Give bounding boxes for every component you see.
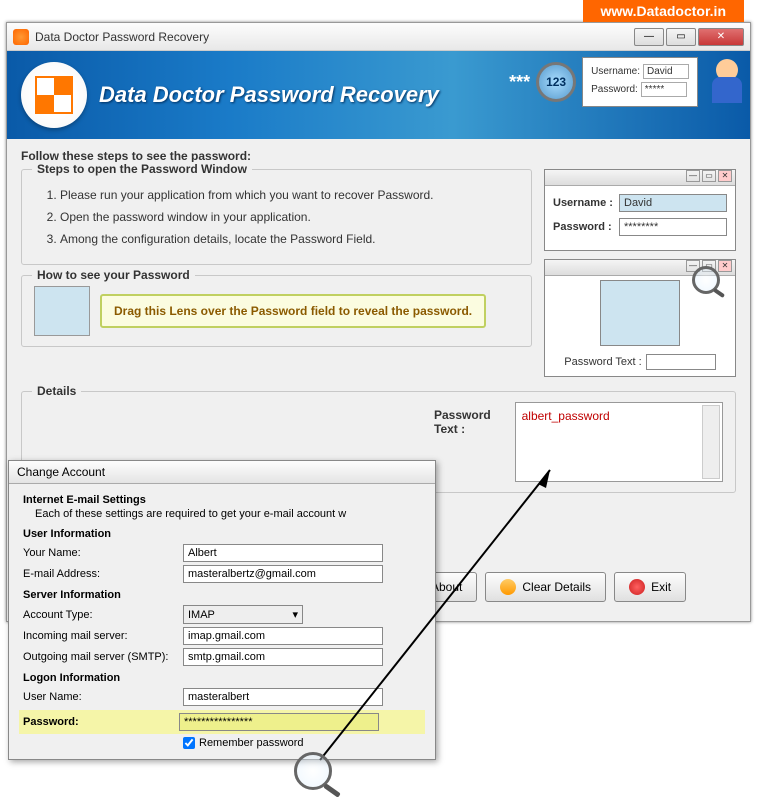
step-3: Among the configuration details, locate … xyxy=(60,232,519,246)
your-name-label: Your Name: xyxy=(23,547,183,559)
account-type-value: IMAP xyxy=(188,609,215,621)
mini1-password-value: ******** xyxy=(619,218,727,236)
mini1-username-label: Username : xyxy=(553,197,615,209)
card-password-value: ***** xyxy=(641,82,687,97)
username-label: User Name: xyxy=(23,691,183,703)
outgoing-label: Outgoing mail server (SMTP): xyxy=(23,651,183,663)
intro-text: Follow these steps to see the password: xyxy=(21,149,736,163)
steps-legend: Steps to open the Password Window xyxy=(32,162,252,176)
remember-checkbox[interactable] xyxy=(183,737,195,749)
banner: Data Doctor Password Recovery *** 123 Us… xyxy=(7,51,750,139)
example-window-1: —▭✕ Username :David Password :******** xyxy=(544,169,736,251)
password-label: Password: xyxy=(19,716,179,728)
step-2: Open the password window in your applica… xyxy=(60,210,519,224)
mini1-username-value: David xyxy=(619,194,727,212)
card-password-label: Password: xyxy=(591,84,638,95)
howto-legend: How to see your Password xyxy=(32,268,195,282)
chevron-down-icon: ▾ xyxy=(292,608,298,621)
exit-label: Exit xyxy=(651,580,671,594)
window-title: Data Doctor Password Recovery xyxy=(35,30,634,44)
lens-icon xyxy=(692,266,720,294)
card-username-value: David xyxy=(643,64,689,79)
steps-fieldset: Steps to open the Password Window Please… xyxy=(21,169,532,265)
titlebar: Data Doctor Password Recovery — ▭ ✕ xyxy=(7,23,750,51)
credential-card: Username:David Password:***** xyxy=(582,57,698,107)
lens-icon: 123 xyxy=(536,62,576,102)
maximize-button[interactable]: ▭ xyxy=(666,28,696,46)
mini1-password-label: Password : xyxy=(553,221,615,233)
app-icon xyxy=(13,29,29,45)
card-username-label: Username: xyxy=(591,66,640,77)
banner-title: Data Doctor Password Recovery xyxy=(99,82,439,108)
lens-drag-source[interactable] xyxy=(34,286,90,336)
logo-icon xyxy=(21,62,87,128)
howto-fieldset: How to see your Password Drag this Lens … xyxy=(21,275,532,347)
password-text-label: Password Text : xyxy=(434,402,501,436)
drag-message: Drag this Lens over the Password field t… xyxy=(100,294,486,328)
lens-overlay-icon[interactable] xyxy=(294,752,332,790)
minimize-button[interactable]: — xyxy=(634,28,664,46)
people-icon xyxy=(704,59,744,105)
details-legend: Details xyxy=(32,384,81,398)
exit-button[interactable]: Exit xyxy=(614,572,686,602)
mini2-pw-label: Password Text : xyxy=(564,356,641,368)
step-1: Please run your application from which y… xyxy=(60,188,519,202)
email-address-label: E-mail Address: xyxy=(23,568,183,580)
password-stars: *** xyxy=(509,72,530,93)
arrow-annotation xyxy=(310,460,570,770)
exit-icon xyxy=(629,579,645,595)
incoming-label: Incoming mail server: xyxy=(23,630,183,642)
mini-canvas xyxy=(600,280,680,346)
url-banner: www.Datadoctor.in xyxy=(583,0,745,22)
remember-label: Remember password xyxy=(199,737,304,749)
account-type-label: Account Type: xyxy=(23,609,183,621)
close-button[interactable]: ✕ xyxy=(698,28,744,46)
account-type-select[interactable]: IMAP ▾ xyxy=(183,605,303,624)
mini2-pw-input xyxy=(646,354,716,370)
